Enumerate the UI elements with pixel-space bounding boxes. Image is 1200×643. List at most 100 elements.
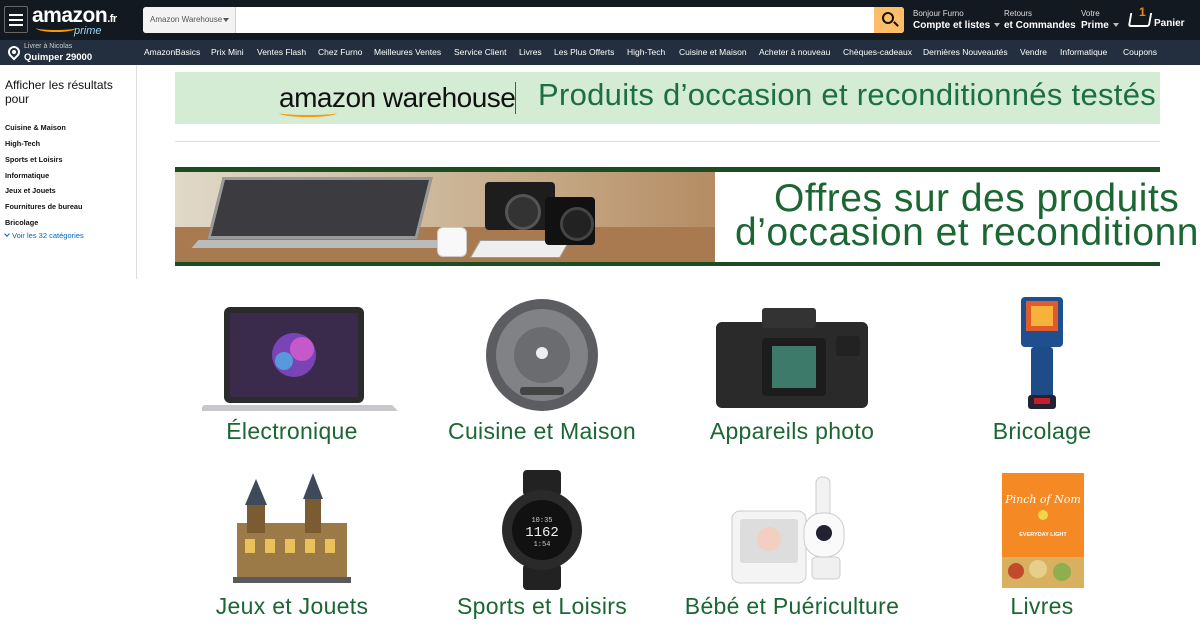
returns-label: Retours	[1004, 9, 1033, 18]
offers-banner[interactable]: Offres sur des produits d’occasion et re…	[175, 167, 1200, 266]
amazon-logo[interactable]: amazon.fr prime	[32, 4, 117, 37]
search-bar: Amazon Warehouse	[143, 7, 904, 33]
category-label: Sports et Loisirs	[457, 593, 627, 619]
sidebar-item-informatique[interactable]: Informatique	[5, 171, 49, 180]
category-label: Jeux et Jouets	[215, 593, 369, 619]
nav-item-vendre[interactable]: Vendre	[1020, 47, 1047, 57]
category-tile-sports-loisirs[interactable]: 10:35 1162 1:54 Sports et Loisirs	[422, 468, 662, 628]
book-title: Pinch of Nom	[1004, 493, 1081, 506]
location-pin-dot	[12, 50, 16, 54]
watch-main-readout: 1162	[525, 525, 559, 541]
banner-bottom-stripe	[175, 262, 1160, 266]
search-button[interactable]	[874, 7, 904, 33]
nav-item-service-client[interactable]: Service Client	[454, 47, 506, 57]
warehouse-banner[interactable]: amazon warehouse Produits d’occasion et …	[175, 72, 1160, 124]
category-label: Livres	[1010, 593, 1074, 619]
prime-menu[interactable]: Votre Prime	[1081, 9, 1119, 32]
warehouse-smile-icon	[279, 109, 337, 117]
deliver-to-label: Livrer à Nicolas	[24, 43, 73, 50]
nav-item-amazonbasics[interactable]: AmazonBasics	[144, 47, 200, 57]
cart-count: 1	[1139, 5, 1146, 19]
orders-label: et Commandes	[1004, 20, 1076, 31]
thermal-camera-image	[1021, 297, 1063, 409]
category-tile-appareils-photo[interactable]: Appareils photo	[672, 290, 912, 450]
category-tile-bricolage[interactable]: Bricolage	[922, 290, 1162, 450]
baby-monitor-image	[731, 476, 845, 584]
returns-orders-link[interactable]: Retours et Commandes	[1004, 9, 1076, 32]
account-lists-menu[interactable]: Bonjour Furno Compte et listes	[913, 9, 1001, 32]
category-label: Appareils photo	[709, 418, 875, 444]
camera-product-image	[716, 308, 868, 408]
sidebar-item-high-tech[interactable]: High-Tech	[5, 139, 40, 148]
watch-time-top: 10:35	[531, 517, 552, 525]
sidebar-item-jeux-jouets[interactable]: Jeux et Jouets	[5, 186, 56, 195]
nav-item-high-tech[interactable]: High-Tech	[627, 47, 665, 57]
account-label: Compte et listes	[913, 20, 991, 31]
earbuds-case-image	[437, 227, 467, 257]
prime-line1: Votre	[1081, 9, 1100, 18]
caret-down-icon	[1112, 23, 1119, 28]
sidebar-see-all-label: Voir les 32 catégories	[12, 231, 84, 240]
cart-button[interactable]: 1 Panier	[1127, 5, 1197, 34]
nav-item-ventes-flash[interactable]: Ventes Flash	[257, 47, 306, 57]
search-input[interactable]	[236, 7, 874, 33]
sidebar-see-all-link[interactable]: Voir les 32 catégories	[4, 231, 84, 240]
category-label: Bricolage	[992, 418, 1092, 444]
sidebar-title: Afficher les résultats pour	[5, 78, 113, 106]
banner-divider	[515, 82, 516, 114]
camera-lens-image	[505, 194, 541, 230]
top-header: amazon.fr prime Amazon Warehouse Bonjour…	[0, 0, 1200, 40]
nav-item-cuisine-maison[interactable]: Cuisine et Maison	[679, 47, 747, 57]
laptop-image	[207, 177, 433, 239]
camera-lens-image	[560, 207, 594, 241]
nav-item-cheques-cadeaux[interactable]: Chèques-cadeaux	[843, 47, 912, 57]
laptop-product-image	[202, 307, 398, 411]
nav-item-meilleures-ventes[interactable]: Meilleures Ventes	[374, 47, 441, 57]
search-icon-handle	[893, 21, 899, 27]
category-sidebar: Afficher les résultats pour Cuisine & Ma…	[0, 65, 137, 279]
book-subtitle: EVERYDAY LIGHT	[1019, 532, 1067, 538]
watch-sub-readout: 1:54	[534, 541, 551, 549]
sidebar-item-sports-loisirs[interactable]: Sports et Loisirs	[5, 155, 63, 164]
nav-bar: Livrer à Nicolas Quimper 29000 AmazonBas…	[0, 40, 1200, 65]
nav-item-chez-furno[interactable]: Chez Furno	[318, 47, 362, 57]
nav-item-plus-offerts[interactable]: Les Plus Offerts	[554, 47, 614, 57]
book-cover-image: Pinch of Nom EVERYDAY LIGHT	[1002, 473, 1084, 588]
lego-castle-image	[233, 473, 351, 583]
nav-item-prix-mini[interactable]: Prix Mini	[211, 47, 244, 57]
nav-item-livres[interactable]: Livres	[519, 47, 542, 57]
sidebar-item-bricolage[interactable]: Bricolage	[5, 218, 38, 227]
account-greeting: Bonjour Furno	[913, 9, 964, 18]
nav-item-dernieres-nouveautes[interactable]: Dernières Nouveautés	[923, 47, 1008, 57]
sidebar-item-fournitures-bureau[interactable]: Fournitures de bureau	[5, 202, 82, 211]
nav-item-coupons[interactable]: Coupons	[1123, 47, 1157, 57]
category-tile-cuisine-maison[interactable]: Cuisine et Maison	[422, 290, 662, 450]
category-label: Cuisine et Maison	[448, 418, 636, 444]
category-label: Bébé et Puériculture	[684, 593, 900, 619]
logo-prime: prime	[74, 25, 102, 37]
search-department-select[interactable]: Amazon Warehouse	[143, 7, 236, 33]
robot-vacuum-image	[486, 299, 598, 411]
nav-item-acheter-nouveau[interactable]: Acheter à nouveau	[759, 47, 830, 57]
caret-down-icon	[223, 18, 229, 22]
section-divider	[175, 141, 1160, 142]
menu-icon[interactable]	[4, 6, 28, 33]
category-tile-bebe-puericulture[interactable]: Bébé et Puériculture	[672, 468, 912, 628]
deliver-to-city: Quimper 29000	[24, 52, 93, 63]
search-department-label: Amazon Warehouse	[150, 15, 223, 24]
nav-item-informatique[interactable]: Informatique	[1060, 47, 1107, 57]
offers-banner-image	[175, 172, 715, 262]
category-tile-livres[interactable]: Pinch of Nom EVERYDAY LIGHT Livres	[922, 468, 1162, 628]
sidebar-item-cuisine-maison[interactable]: Cuisine & Maison	[5, 123, 66, 132]
laptop-base	[191, 240, 449, 248]
category-tile-jeux-jouets[interactable]: Jeux et Jouets	[172, 468, 412, 628]
chevron-down-icon	[4, 231, 10, 237]
caret-down-icon	[994, 23, 1001, 28]
logo-smile-icon	[36, 24, 76, 32]
logo-tld: .fr	[107, 13, 117, 25]
deliver-to-location[interactable]: Livrer à Nicolas Quimper 29000	[5, 43, 128, 63]
category-label: Électronique	[226, 418, 358, 444]
category-tile-electronique[interactable]: Électronique	[172, 290, 412, 450]
sports-watch-image: 10:35 1162 1:54	[502, 470, 582, 590]
cart-label: Panier	[1154, 18, 1185, 29]
